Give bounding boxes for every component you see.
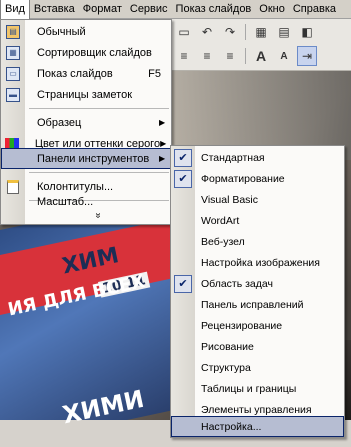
view-menu: ▤ Обычный ▦ Сортировщик слайдов ▭ Показ … [0, 19, 172, 225]
menu-tools[interactable]: Сервис [126, 0, 172, 19]
menu-item-label: Страницы заметок [37, 88, 133, 101]
toolbar-separator [245, 24, 246, 40]
submenu-item-label: Настройка изображения [201, 256, 320, 269]
submenu-item-outlining[interactable]: Структура [171, 357, 344, 378]
menu-slide-show[interactable]: Показ слайдов [172, 0, 256, 19]
expand-chevron-icon: » [92, 212, 104, 219]
submenu-item-tables-borders[interactable]: Таблицы и границы [171, 378, 344, 399]
submenu-item-revisions[interactable]: Панель исправлений [171, 294, 344, 315]
normal-view-icon: ▤ [6, 24, 20, 39]
menu-item-normal[interactable]: ▤ Обычный [1, 21, 171, 42]
submenu-item-wordart[interactable]: WordArt [171, 210, 344, 231]
menu-item-label: Обычный [37, 25, 86, 38]
submenu-item-label: Стандартная [201, 151, 265, 164]
formatting-toolbar: ≡ ≡ ≡ A A ⇥ [170, 44, 351, 68]
menu-item-label: Показ слайдов [37, 67, 113, 80]
submenu-item-label: Настройка... [201, 420, 262, 433]
menu-bar: Вид Вставка Формат Сервис Показ слайдов … [0, 0, 351, 19]
menu-item-notes-page[interactable]: ▬ Страницы заметок [1, 84, 171, 105]
toolbar-separator [245, 48, 246, 64]
menu-format[interactable]: Формат [79, 0, 126, 19]
menu-item-label: Образец [37, 116, 82, 129]
submenu-item-label: WordArt [201, 214, 240, 227]
submenu-item-drawing[interactable]: Рисование [171, 336, 344, 357]
align-center-icon[interactable]: ≡ [197, 46, 217, 66]
toolbar-button-icon[interactable]: ▤ [274, 22, 294, 42]
checkmark-icon: ✔ [174, 169, 192, 188]
slide-sorter-icon: ▦ [6, 45, 20, 60]
submenu-item-label: Панель исправлений [201, 298, 304, 311]
slide-show-icon: ▭ [6, 66, 20, 81]
decrease-font-icon[interactable]: A [274, 46, 294, 66]
submenu-item-task-pane[interactable]: ✔ Область задач [171, 273, 344, 294]
submenu-item-label: Visual Basic [201, 193, 259, 206]
shortcut-label: F5 [148, 67, 161, 80]
menu-window[interactable]: Окно [255, 0, 289, 19]
menu-separator [29, 108, 169, 109]
menu-item-label: Сортировщик слайдов [37, 46, 152, 59]
menu-view[interactable]: Вид [0, 0, 30, 19]
notes-page-icon: ▬ [6, 87, 20, 102]
menu-help[interactable]: Справка [289, 0, 340, 19]
menu-insert[interactable]: Вставка [30, 0, 79, 19]
submenu-item-reviewing[interactable]: Рецензирование [171, 315, 344, 336]
toolbar-button-icon[interactable]: ◧ [297, 22, 317, 42]
submenu-item-label: Веб-узел [201, 235, 245, 248]
submenu-item-label: Таблицы и границы [201, 382, 297, 395]
submenu-item-picture[interactable]: Настройка изображения [171, 252, 344, 273]
submenu-item-visual-basic[interactable]: Visual Basic [171, 189, 344, 210]
toolbar-button-icon[interactable]: ↷ [220, 22, 240, 42]
submenu-item-customize[interactable]: Настройка... [171, 416, 344, 437]
standard-toolbar: ▭ ↶ ↷ ▦ ▤ ◧ [170, 20, 351, 44]
menu-item-slide-sorter[interactable]: ▦ Сортировщик слайдов [1, 42, 171, 63]
submenu-item-label: Форматирование [201, 172, 285, 185]
submenu-item-label: Элементы управления [201, 403, 312, 416]
submenu-item-web[interactable]: Веб-узел [171, 231, 344, 252]
checkmark-icon: ✔ [174, 274, 192, 293]
submenu-item-label: Рецензирование [201, 319, 283, 332]
submenu-item-label: Область задач [201, 277, 273, 290]
submenu-item-formatting[interactable]: ✔ Форматирование [171, 168, 344, 189]
submenu-arrow-icon: ▶ [159, 118, 166, 127]
indent-icon[interactable]: ⇥ [297, 46, 317, 66]
submenu-item-label: Структура [201, 361, 251, 374]
menu-expand-button[interactable]: » [1, 205, 171, 226]
menu-item-slide-show[interactable]: ▭ Показ слайдов F5 [1, 63, 171, 84]
toolbar-button-icon[interactable]: ↶ [197, 22, 217, 42]
submenu-item-label: Рисование [201, 340, 254, 353]
increase-font-icon[interactable]: A [251, 46, 271, 66]
menu-item-toolbars[interactable]: Панели инструментов ▶ [1, 148, 171, 169]
toolbar-button-icon[interactable]: ▭ [174, 22, 194, 42]
toolbar-button-icon[interactable]: ▦ [251, 22, 271, 42]
checkmark-icon: ✔ [174, 148, 192, 167]
toolbars-submenu: ✔ Стандартная ✔ Форматирование Visual Ba… [170, 145, 345, 438]
menu-item-master[interactable]: Образец ▶ [1, 112, 171, 133]
submenu-item-standard[interactable]: ✔ Стандартная [171, 147, 344, 168]
align-right-icon[interactable]: ≡ [220, 46, 240, 66]
align-left-icon[interactable]: ≡ [174, 46, 194, 66]
